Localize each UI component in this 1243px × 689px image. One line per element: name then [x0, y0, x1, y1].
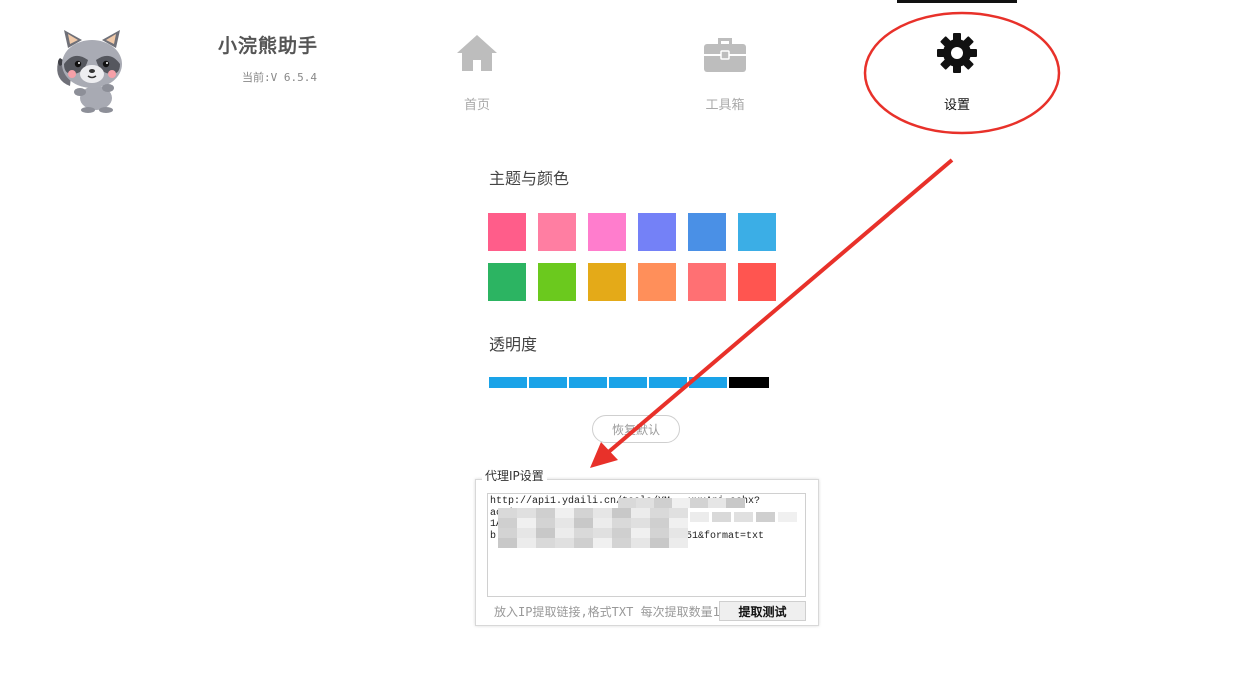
- redaction-block: [555, 518, 574, 528]
- redaction-block: [555, 508, 574, 518]
- opacity-segment: [569, 377, 607, 388]
- redaction-block: [498, 528, 517, 538]
- redaction-block: [618, 498, 637, 508]
- redaction-block: [574, 528, 593, 538]
- nav-toolbox[interactable]: 工具箱: [675, 32, 775, 113]
- redaction-block: [650, 528, 669, 538]
- redaction-block: [555, 528, 574, 538]
- opacity-slider[interactable]: [489, 377, 769, 388]
- redaction-block: [593, 518, 612, 528]
- redaction-block: [612, 518, 631, 528]
- proxy-settings-legend: 代理IP设置: [482, 467, 547, 484]
- redaction-block: [669, 538, 688, 548]
- redaction-block: [734, 512, 753, 522]
- app-title: 小浣熊助手: [218, 35, 319, 57]
- opacity-segment: [649, 377, 687, 388]
- theme-swatch[interactable]: [638, 213, 676, 251]
- proxy-text-line-4-tail: 51&format=txt: [686, 530, 765, 542]
- theme-swatch[interactable]: [588, 263, 626, 301]
- redaction-block: [631, 518, 650, 528]
- theme-swatch[interactable]: [738, 263, 776, 301]
- annotation-arrowhead: [590, 442, 618, 468]
- proxy-text-line-4: b: [490, 530, 497, 542]
- redaction-block: [708, 498, 727, 508]
- redaction-block: [517, 528, 536, 538]
- redaction-block: [612, 508, 631, 518]
- redaction-block: [756, 512, 775, 522]
- redaction-block: [690, 498, 709, 508]
- theme-swatch[interactable]: [738, 213, 776, 251]
- redaction-block: [593, 538, 612, 548]
- redaction-block: [778, 512, 797, 522]
- opacity-segment: [689, 377, 727, 388]
- redaction-block: [612, 538, 631, 548]
- opacity-handle[interactable]: [729, 377, 769, 388]
- app-version: 当前:V 6.5.4: [242, 71, 317, 84]
- redaction-block: [669, 528, 688, 538]
- opacity-segment: [489, 377, 527, 388]
- redaction-block: [498, 508, 517, 518]
- redaction-block: [672, 498, 691, 508]
- redaction-block: [517, 508, 536, 518]
- redaction-block: [726, 498, 745, 508]
- redaction-block: [498, 538, 517, 548]
- redaction-block: [612, 528, 631, 538]
- opacity-segment: [529, 377, 567, 388]
- toolbox-icon: [675, 32, 775, 78]
- nav-settings[interactable]: 设置: [907, 32, 1007, 113]
- redaction-block: [574, 508, 593, 518]
- redaction-block: [536, 518, 555, 528]
- nav-settings-label: 设置: [943, 98, 970, 113]
- redaction-block: [636, 498, 655, 508]
- opacity-segment: [609, 377, 647, 388]
- redaction-block: [669, 508, 688, 518]
- nav-home[interactable]: 首页: [427, 32, 527, 113]
- active-tab-indicator: [897, 0, 1017, 3]
- reset-default-button[interactable]: 恢复默认: [592, 415, 680, 443]
- nav-home-label: 首页: [463, 98, 490, 113]
- redaction-block: [654, 498, 673, 508]
- redaction-block: [650, 538, 669, 548]
- redaction-block: [536, 528, 555, 538]
- redaction-block: [498, 518, 517, 528]
- redaction-block: [593, 528, 612, 538]
- raccoon-mascot-logo: [50, 26, 134, 114]
- redaction-block: [631, 538, 650, 548]
- theme-section-title: 主题与颜色: [489, 169, 570, 188]
- redaction-block: [536, 508, 555, 518]
- redaction-block: [631, 528, 650, 538]
- redaction-block: [517, 538, 536, 548]
- proxy-hint-text: 放入IP提取链接,格式TXT 每次提取数量1: [494, 605, 720, 619]
- theme-swatch[interactable]: [638, 263, 676, 301]
- theme-swatch[interactable]: [488, 213, 526, 251]
- redaction-block: [536, 538, 555, 548]
- redaction-block: [593, 508, 612, 518]
- home-icon: [427, 32, 527, 78]
- redaction-block: [690, 512, 709, 522]
- redaction-block: [631, 508, 650, 518]
- redaction-block: [650, 508, 669, 518]
- redaction-block: [574, 518, 593, 528]
- annotation-arrow-line: [603, 158, 954, 457]
- redaction-block: [650, 518, 669, 528]
- theme-swatch[interactable]: [538, 213, 576, 251]
- redaction-block: [712, 512, 731, 522]
- nav-toolbox-label: 工具箱: [705, 98, 745, 113]
- redaction-block: [574, 538, 593, 548]
- theme-swatch[interactable]: [538, 263, 576, 301]
- gear-icon: [907, 32, 1007, 78]
- theme-swatch[interactable]: [688, 213, 726, 251]
- theme-swatch[interactable]: [688, 263, 726, 301]
- theme-swatch[interactable]: [488, 263, 526, 301]
- fetch-test-button[interactable]: 提取测试: [719, 601, 806, 621]
- redaction-block: [669, 518, 688, 528]
- opacity-section-title: 透明度: [489, 335, 538, 354]
- redaction-block: [517, 518, 536, 528]
- theme-swatch[interactable]: [588, 213, 626, 251]
- redaction-block: [555, 538, 574, 548]
